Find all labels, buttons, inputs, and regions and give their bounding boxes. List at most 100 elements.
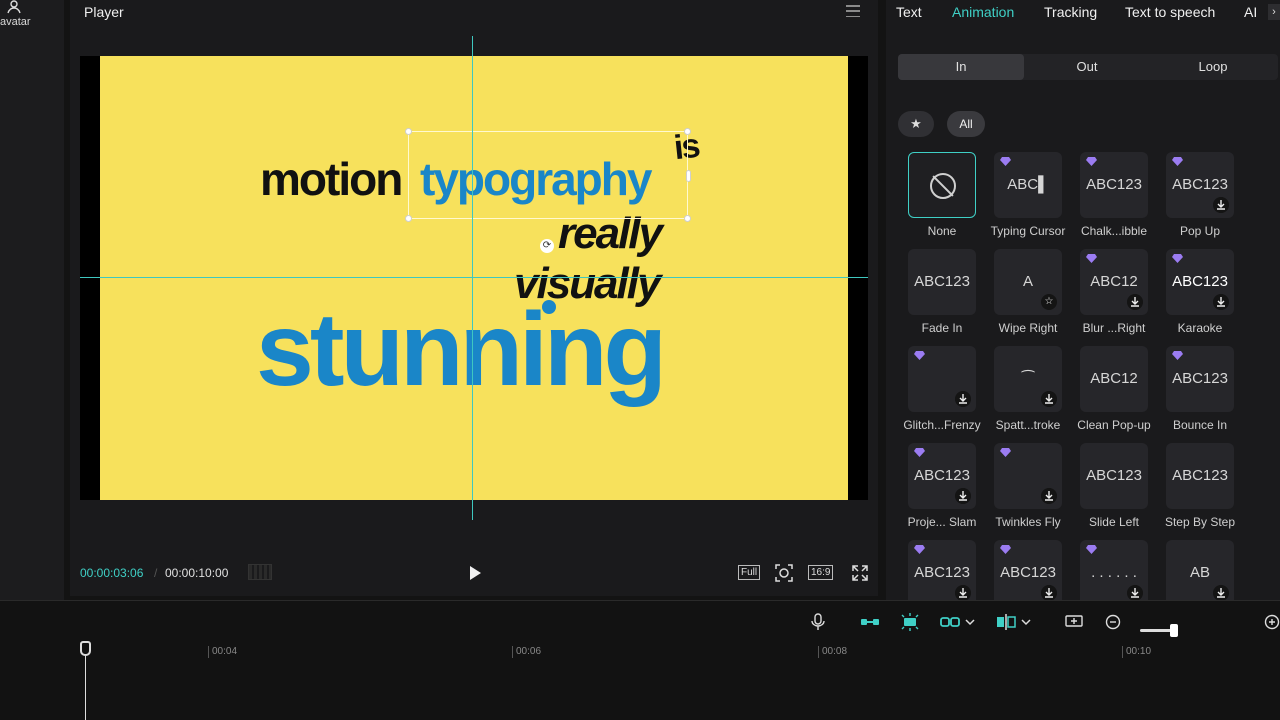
effect-thumbnail[interactable]: ABC12 — [1080, 346, 1148, 412]
segment-loop[interactable]: Loop — [1150, 54, 1276, 80]
chevron-down-icon[interactable] — [964, 613, 976, 631]
download-icon[interactable] — [1041, 391, 1057, 407]
effect-thumbnail[interactable]: AB — [1166, 540, 1234, 600]
tab-ai[interactable]: AI — [1244, 4, 1257, 20]
animation-effect-card[interactable]: ABC123 Pop Up — [1156, 152, 1242, 246]
tab-animation[interactable]: Animation — [952, 4, 1014, 20]
effect-thumbnail[interactable]: ABC12 — [1080, 249, 1148, 315]
effect-thumbnail[interactable]: ABC123 — [1080, 443, 1148, 509]
video-canvas[interactable]: motion typography is really visually stu… — [100, 56, 848, 500]
zoom-in-icon[interactable] — [1262, 613, 1280, 631]
microphone-icon[interactable] — [808, 613, 828, 631]
animation-effect-card[interactable]: ABC123 Karaoke — [1156, 249, 1242, 343]
download-icon[interactable] — [955, 391, 971, 407]
download-icon[interactable] — [1041, 488, 1057, 504]
download-icon[interactable] — [1213, 294, 1229, 310]
download-icon[interactable] — [955, 585, 971, 600]
effect-thumbnail[interactable]: ⁀ — [994, 346, 1062, 412]
animation-effect-card[interactable]: ABC12 Clean Pop-up — [1070, 346, 1156, 440]
linkage-icon[interactable] — [940, 613, 960, 631]
canvas-word-stunning[interactable]: stunning — [256, 298, 667, 402]
effect-preview-text: ABC123 — [914, 564, 970, 581]
effect-preview-text: A — [1022, 273, 1033, 290]
selection-box[interactable] — [405, 128, 691, 222]
effect-thumbnail[interactable]: ABC123 — [994, 540, 1062, 600]
animation-effect-card[interactable]: ABC123 Step By Step — [1156, 443, 1242, 537]
player-menu-icon[interactable] — [846, 5, 860, 17]
download-icon[interactable] — [1127, 585, 1143, 600]
full-quality-button[interactable]: Full — [738, 565, 761, 580]
animation-effect-card[interactable]: ABC123 Bounce In — [1156, 346, 1242, 440]
zoom-slider-handle[interactable] — [1170, 624, 1178, 637]
animation-effect-card[interactable]: Twinkles Fly — [984, 443, 1070, 537]
tab-tracking[interactable]: Tracking — [1044, 4, 1097, 20]
effect-thumbnail[interactable]: ABC123 — [1166, 443, 1234, 509]
animation-effect-card[interactable]: ABC123 Slide Left — [1070, 443, 1156, 537]
split-preview-icon[interactable] — [996, 613, 1016, 631]
animation-effect-card[interactable]: ABC123 — [898, 540, 984, 600]
effect-thumbnail[interactable]: ABC123 — [1166, 152, 1234, 218]
animation-effect-card[interactable]: ABC▌ Typing Cursor — [984, 152, 1070, 246]
effect-preview-text: ABC12 — [1090, 370, 1138, 387]
waveform-icon[interactable] — [248, 564, 272, 580]
segment-out[interactable]: Out — [1024, 54, 1150, 80]
effect-label: Glitch...Frenzy — [903, 418, 981, 432]
avatar-label[interactable]: avatar — [0, 16, 31, 28]
effect-thumbnail[interactable]: ABC123 — [908, 540, 976, 600]
effect-thumbnail[interactable]: . . . . . . — [1080, 540, 1148, 600]
download-icon[interactable] — [1041, 585, 1057, 600]
filter-all[interactable]: All — [947, 111, 985, 137]
animation-effect-card[interactable]: ABC123 Proje... Slam — [898, 443, 984, 537]
link-clips-icon[interactable] — [860, 613, 880, 631]
effect-thumbnail[interactable] — [994, 443, 1062, 509]
chevron-down-icon[interactable] — [1020, 613, 1032, 631]
animation-effect-card[interactable]: None — [898, 152, 984, 246]
play-icon[interactable] — [468, 565, 482, 581]
fullscreen-icon[interactable] — [850, 563, 870, 583]
zoom-out-icon[interactable] — [1104, 613, 1124, 631]
effect-thumbnail[interactable]: ABC123 — [1166, 346, 1234, 412]
playhead-handle[interactable] — [80, 641, 91, 656]
effect-thumbnail[interactable] — [908, 346, 976, 412]
tab-text-to-speech[interactable]: Text to speech — [1125, 4, 1215, 20]
download-icon[interactable] — [1213, 197, 1229, 213]
effect-thumbnail[interactable] — [908, 152, 976, 218]
magnet-snap-icon[interactable] — [900, 613, 920, 631]
effect-thumbnail[interactable]: A ☆ — [994, 249, 1062, 315]
tab-text[interactable]: Text — [896, 4, 922, 20]
effect-thumbnail[interactable]: ABC123 — [1080, 152, 1148, 218]
timeline-toolbar — [0, 609, 1280, 637]
player-viewport[interactable]: motion typography is really visually stu… — [80, 56, 868, 500]
effect-label: Proje... Slam — [907, 515, 977, 529]
favorites-filter-star-icon[interactable]: ★ — [898, 111, 934, 137]
download-icon[interactable] — [955, 488, 971, 504]
avatar-icon[interactable] — [5, 0, 23, 14]
snapshot-icon[interactable] — [774, 563, 794, 583]
canvas-word-motion[interactable]: motion — [260, 156, 403, 202]
animation-effect-card[interactable]: . . . . . . — [1070, 540, 1156, 600]
timeline-ruler[interactable]: 00:04 00:06 00:08 00:10 — [0, 641, 1280, 661]
effect-thumbnail[interactable]: ABC123 — [1166, 249, 1234, 315]
preview-axis-icon[interactable] — [1064, 613, 1084, 631]
favorite-star-icon[interactable]: ☆ — [1041, 294, 1057, 310]
effect-thumbnail[interactable]: ABC123 — [908, 249, 976, 315]
animation-effect-card[interactable]: ABC12 Blur ...Right — [1070, 249, 1156, 343]
animation-effect-card[interactable]: ABC123 Fade In — [898, 249, 984, 343]
download-icon[interactable] — [1213, 585, 1229, 600]
tabs-scroll-right-icon[interactable]: › — [1268, 4, 1280, 20]
animation-effect-card[interactable]: ⁀ Spatt...troke — [984, 346, 1070, 440]
premium-gem-icon — [1086, 545, 1097, 554]
aspect-ratio-button[interactable]: 16:9 — [808, 565, 834, 580]
animation-type-segment: In Out Loop — [898, 54, 1278, 80]
effect-thumbnail[interactable]: ABC▌ — [994, 152, 1062, 218]
rotate-handle-icon[interactable]: ⟳ — [540, 239, 554, 253]
premium-gem-icon — [1086, 254, 1097, 263]
animation-effect-card[interactable]: ABC123 Chalk...ibble — [1070, 152, 1156, 246]
animation-effect-card[interactable]: A ☆ Wipe Right — [984, 249, 1070, 343]
effect-thumbnail[interactable]: ABC123 — [908, 443, 976, 509]
animation-effect-card[interactable]: Glitch...Frenzy — [898, 346, 984, 440]
download-icon[interactable] — [1127, 294, 1143, 310]
animation-effect-card[interactable]: ABC123 — [984, 540, 1070, 600]
segment-in[interactable]: In — [898, 54, 1024, 80]
animation-effect-card[interactable]: AB — [1156, 540, 1242, 600]
